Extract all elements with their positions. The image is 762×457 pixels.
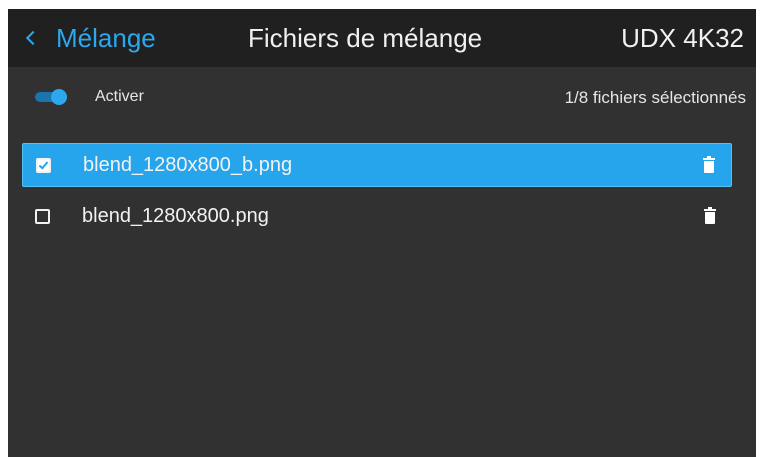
chevron-left-icon bbox=[25, 30, 41, 46]
file-name: blend_1280x800_b.png bbox=[83, 153, 293, 176]
blend-files-screen: Mélange Fichiers de mélange UDX 4K32 Act… bbox=[8, 9, 756, 457]
trash-icon[interactable] bbox=[704, 207, 716, 224]
header-bar: Mélange Fichiers de mélange UDX 4K32 bbox=[8, 9, 756, 67]
selection-count: 1/8 fichiers sélectionnés bbox=[564, 88, 746, 107]
file-list: blend_1280x800_b.png blend_1280x800.png bbox=[22, 143, 732, 245]
trash-icon[interactable] bbox=[703, 156, 715, 173]
activate-row: Activer bbox=[35, 85, 144, 109]
file-row[interactable]: blend_1280x800_b.png bbox=[22, 143, 732, 187]
toggle-knob bbox=[51, 89, 67, 105]
page-title: Fichiers de mélange bbox=[248, 23, 483, 53]
file-checkbox[interactable] bbox=[35, 208, 50, 224]
device-name: UDX 4K32 bbox=[621, 23, 744, 53]
file-name: blend_1280x800.png bbox=[82, 204, 269, 227]
activate-toggle[interactable] bbox=[35, 89, 67, 105]
activate-label: Activer bbox=[95, 88, 144, 105]
back-button[interactable]: Mélange bbox=[22, 20, 156, 56]
file-row[interactable]: blend_1280x800.png bbox=[22, 195, 732, 237]
file-checkbox[interactable] bbox=[36, 157, 51, 173]
back-label: Mélange bbox=[56, 22, 156, 53]
